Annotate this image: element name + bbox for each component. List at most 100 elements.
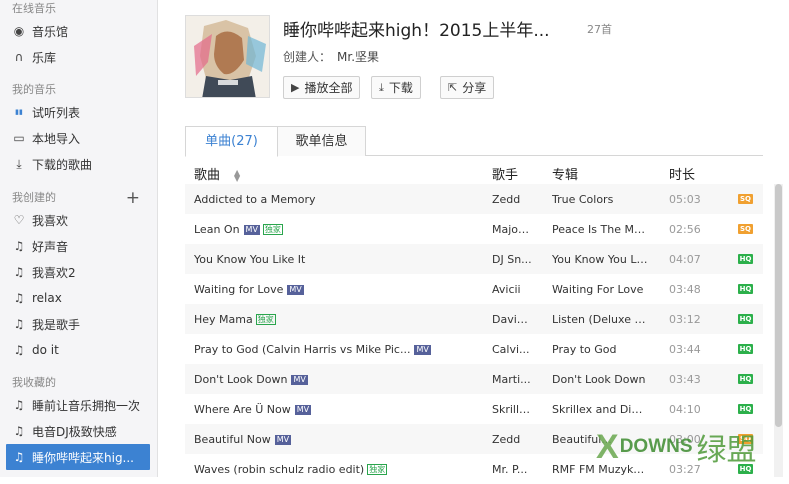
sidebar-item-label: 睡前让音乐拥抱一次 <box>32 398 141 413</box>
song-row[interactable]: Waiting for Love MV Avicii Waiting For Love… <box>185 274 763 304</box>
duration-cell: 02:56 <box>669 223 701 236</box>
mv-badge[interactable]: MV <box>414 345 431 355</box>
mv-badge[interactable]: MV <box>243 225 260 235</box>
album-cell[interactable]: You Know You Lik... <box>552 253 648 266</box>
album-cell[interactable]: RMF FM Muzyka ... <box>552 463 648 476</box>
mv-badge[interactable]: MV <box>274 435 292 445</box>
sidebar-item[interactable]: ∩ 乐库 <box>0 44 158 70</box>
download-button[interactable]: ⤓ 下载 <box>371 76 421 99</box>
sort-icon[interactable]: ▲ ▼ <box>234 168 240 182</box>
song-title: Addicted to a Memory <box>194 193 316 206</box>
share-button[interactable]: ⇱ 分享 <box>440 76 495 99</box>
artist-cell[interactable]: Avicii <box>492 283 532 296</box>
song-title: Hey Mama <box>194 313 253 326</box>
song-count: 27首 <box>587 23 612 36</box>
add-playlist-icon[interactable]: + <box>126 189 140 207</box>
mv-badge[interactable]: MV <box>291 375 308 385</box>
creator-name[interactable]: Mr.坚果 <box>337 50 379 64</box>
album-cell[interactable]: Listen (Deluxe Ve... <box>552 313 648 326</box>
song-row[interactable]: Hey Mama 独家 David... Listen (Deluxe Ve... 03… <box>185 304 763 334</box>
song-row[interactable]: Don't Look Down MV Marti... Don't Look Down… <box>185 364 763 394</box>
artist-cell[interactable]: Marti... <box>492 373 532 386</box>
song-row[interactable]: Beautiful Now MV Zedd Beautiful... 03:00 SQ <box>185 424 763 454</box>
music-note-icon: ♫ <box>13 239 25 253</box>
sidebar-item-label: 我是歌手 <box>32 317 81 332</box>
sidebar-item-label: relax <box>32 291 62 305</box>
sidebar-item[interactable]: ♫ do it <box>0 337 158 363</box>
scrollbar-thumb[interactable] <box>775 184 782 427</box>
bars-icon: ▮▮ <box>15 108 23 116</box>
column-artist[interactable]: 歌手 <box>492 164 518 183</box>
album-cell[interactable]: Don't Look Down <box>552 373 648 386</box>
song-cell: Addicted to a Memory <box>194 193 484 206</box>
sidebar-section-title: 我的音乐 <box>0 81 158 99</box>
sidebar-section: 我收藏的 ♫ 睡前让音乐拥抱一次 ♫ 电音DJ极致快感 ♫ 睡你哔哔起来hig... <box>0 374 158 470</box>
artist-cell[interactable]: Mr. P... <box>492 463 532 476</box>
sidebar-section-title: 我收藏的 <box>0 374 158 392</box>
sidebar-item[interactable]: ♫ 我喜欢2 <box>0 259 158 285</box>
tab-songs[interactable]: 单曲(27) <box>185 126 278 157</box>
download-label: 下载 <box>388 81 413 95</box>
sidebar-section: 我创建的 + ♡ 我喜欢 ♫ 好声音 ♫ 我喜欢2 ♫ relax ♫ 我是歌手 ♫ do it <box>0 189 158 363</box>
artist-cell[interactable]: Zedd <box>492 433 532 446</box>
sidebar-item-label: 乐库 <box>32 50 57 65</box>
sidebar-item[interactable]: ♫ 睡你哔哔起来hig... <box>6 444 150 470</box>
sidebar-item[interactable]: ♫ 电音DJ极致快感 <box>0 418 158 444</box>
column-duration[interactable]: 时长 <box>669 164 695 183</box>
exclusive-badge: 独家 <box>255 314 276 325</box>
column-album[interactable]: 专辑 <box>552 164 578 183</box>
song-row[interactable]: You Know You Like It DJ Sn... You Know You… <box>185 244 763 274</box>
song-cell: Don't Look Down MV <box>194 373 484 386</box>
sidebar-item[interactable]: ⤓ 下载的歌曲 <box>0 151 158 177</box>
quality-badge: SQ <box>738 194 753 204</box>
album-cell[interactable]: Skrillex and Diplo ... <box>552 403 648 416</box>
sidebar-item-label: 音乐馆 <box>32 24 69 39</box>
artist-cell[interactable]: Calvi... <box>492 343 532 356</box>
tab-playlist-info[interactable]: 歌单信息 <box>278 126 366 156</box>
music-note-icon: ♫ <box>13 343 25 357</box>
artist-cell[interactable]: DJ Sn... <box>492 253 532 266</box>
sidebar-item[interactable]: ♫ relax <box>0 285 158 311</box>
duration-cell: 03:48 <box>669 283 701 296</box>
album-cell[interactable]: True Colors <box>552 193 648 206</box>
sidebar-item[interactable]: ▮▮ 试听列表 <box>0 99 158 125</box>
music-note-icon: ♫ <box>13 450 25 464</box>
duration-cell: 05:03 <box>669 193 701 206</box>
sidebar-item[interactable]: ♫ 睡前让音乐拥抱一次 <box>0 392 158 418</box>
album-cell[interactable]: Peace Is The Mis... <box>552 223 648 236</box>
sidebar-item[interactable]: ♫ 我是歌手 <box>0 311 158 337</box>
column-song-label: 歌曲 <box>194 168 221 183</box>
song-row[interactable]: Lean On MV 独家 Major... Peace Is The Mis... 02… <box>185 214 763 244</box>
monitor-icon: ▭ <box>13 131 25 145</box>
song-row[interactable]: Waves (robin schulz radio edit) 独家 Mr. P..… <box>185 454 763 484</box>
sidebar-item[interactable]: ◉ 音乐馆 <box>0 18 158 44</box>
quality-badge: HQ <box>738 314 753 324</box>
song-cell: Hey Mama 独家 <box>194 313 484 326</box>
album-cell[interactable]: Waiting For Love <box>552 283 648 296</box>
mv-badge[interactable]: MV <box>294 405 312 415</box>
song-row[interactable]: Addicted to a Memory Zedd True Colors 05:03… <box>185 184 763 214</box>
sidebar-item[interactable]: ▭ 本地导入 <box>0 125 158 151</box>
quality-badge: HQ <box>738 284 753 294</box>
music-note-icon: ♫ <box>13 317 25 331</box>
artist-cell[interactable]: Major... <box>492 223 532 236</box>
song-list: Addicted to a Memory Zedd True Colors 05:03… <box>185 184 763 484</box>
song-title: Beautiful Now <box>194 433 271 446</box>
album-cell[interactable]: Pray to God <box>552 343 648 356</box>
playlist-cover <box>185 15 270 98</box>
artist-cell[interactable]: David... <box>492 313 532 326</box>
song-row[interactable]: Where Are Ü Now MV Skrillex Skrillex and Di… <box>185 394 763 424</box>
quality-badge: HQ <box>738 464 753 474</box>
sidebar-item[interactable]: ♡ 我喜欢 <box>0 207 158 233</box>
sidebar-item[interactable]: ♫ 好声音 <box>0 233 158 259</box>
play-all-button[interactable]: ▶ 播放全部 <box>283 76 361 99</box>
artist-cell[interactable]: Zedd <box>492 193 532 206</box>
play-all-label: 播放全部 <box>304 81 353 95</box>
quality-badge: HQ <box>738 374 753 384</box>
album-cell[interactable]: Beautiful... <box>552 433 648 446</box>
column-song[interactable]: 歌曲 ▲ ▼ <box>194 164 240 183</box>
song-title: Pray to God (Calvin Harris vs Mike Pic..… <box>194 343 411 356</box>
mv-badge[interactable]: MV <box>287 285 304 295</box>
artist-cell[interactable]: Skrillex <box>492 403 532 416</box>
song-row[interactable]: Pray to God (Calvin Harris vs Mike Pic..… <box>185 334 763 364</box>
